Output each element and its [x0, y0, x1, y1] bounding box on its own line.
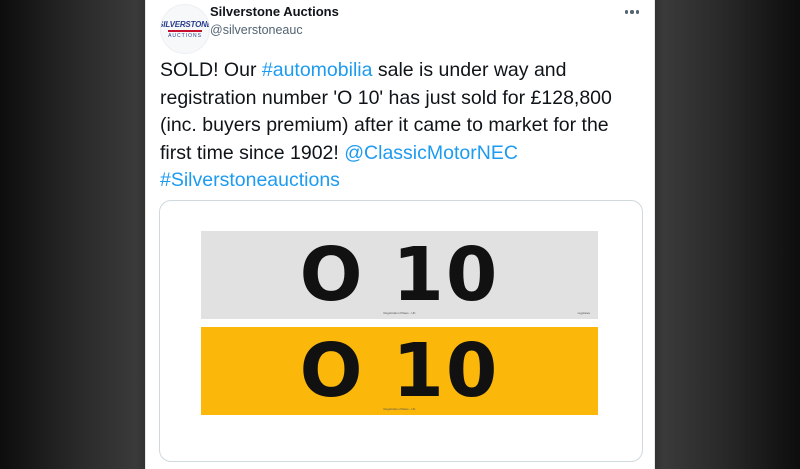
tweet-text-part: SOLD! Our — [160, 59, 262, 81]
hashtag-link[interactable]: #automobilia — [262, 59, 373, 81]
tweet-card[interactable]: SILVERSTONE AUCTIONS Silverstone Auction… — [145, 0, 655, 469]
rear-number-plate: O 10 Registration Plates - UK — [201, 327, 598, 415]
avatar-logo-stripe — [168, 29, 202, 32]
media-image[interactable]: O 10 Registration Plates - UK regplates … — [159, 200, 643, 462]
avatar[interactable]: SILVERSTONE AUCTIONS — [160, 4, 210, 54]
plate-registration: O 10 — [299, 232, 500, 318]
mention-link[interactable]: @ClassicMotorNEC — [344, 142, 518, 164]
avatar-logo-subtext: AUCTIONS — [168, 32, 202, 39]
front-number-plate: O 10 Registration Plates - UK regplates — [201, 231, 598, 319]
tweet-text: SOLD! Our #automobilia sale is under way… — [160, 57, 640, 195]
plate-registration: O 10 — [299, 328, 500, 414]
more-horizontal-icon[interactable] — [622, 4, 642, 20]
display-name[interactable]: Silverstone Auctions — [210, 4, 339, 19]
hashtag-link[interactable]: #Silverstoneauctions — [160, 169, 340, 191]
plate-dealer-text: Registration Plates - UK — [383, 407, 416, 411]
avatar-logo-text: SILVERSTONE — [160, 19, 210, 29]
user-handle[interactable]: @silverstoneauc — [210, 23, 303, 37]
plate-dealer-mark: regplates — [577, 311, 590, 315]
plate-dealer-text: Registration Plates - UK — [383, 311, 416, 315]
